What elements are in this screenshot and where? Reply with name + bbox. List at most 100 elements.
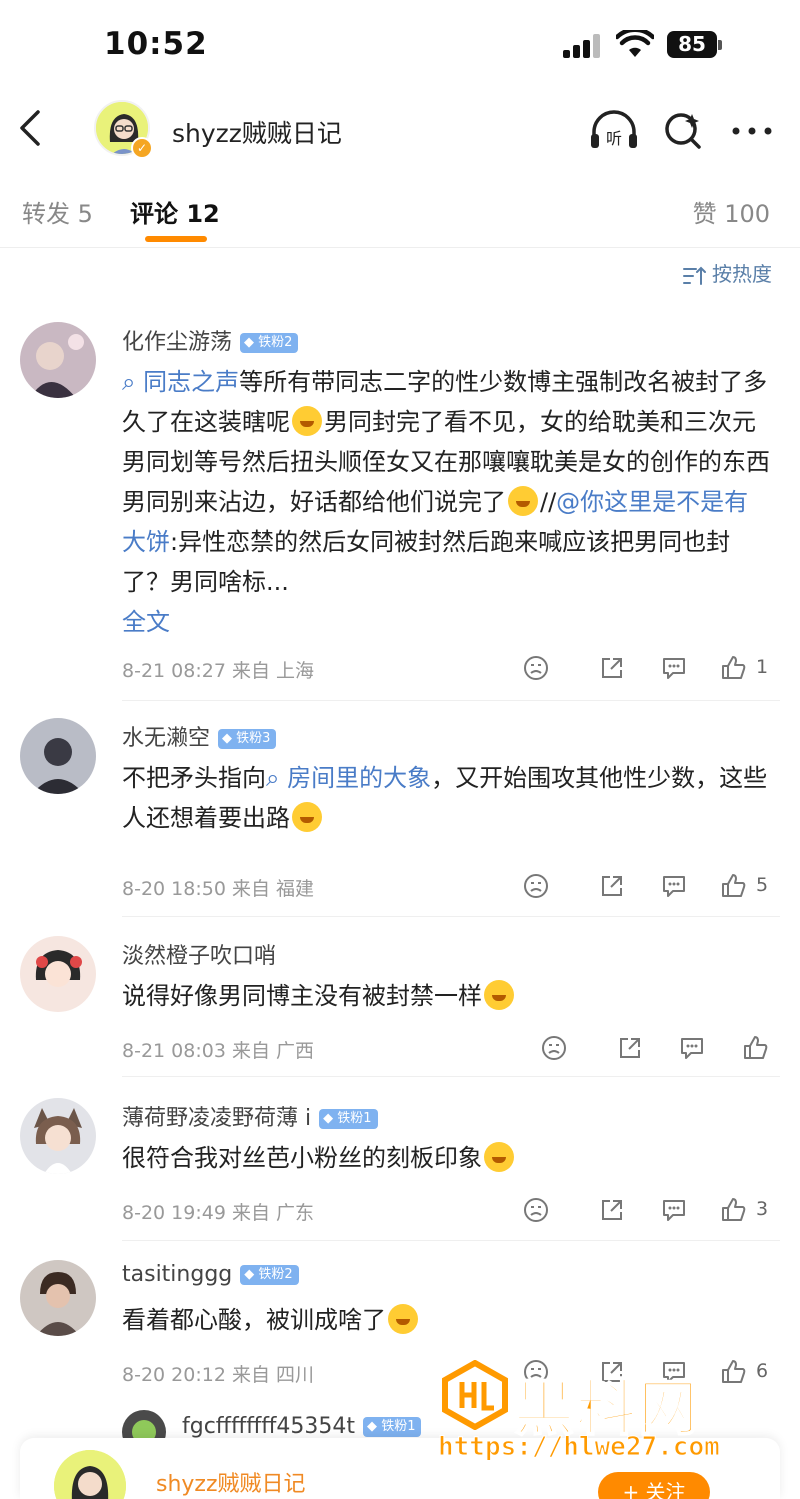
listen-headphones-icon[interactable]: 听 [588,108,640,152]
commenter-avatar[interactable] [20,1098,96,1174]
comment-actions: 1 [522,654,772,686]
commenter-name-text: 化作尘游荡 [122,330,233,355]
emoji-icon [292,406,322,436]
comment-text: 说得好像男同博主没有被封禁一样 [122,976,772,1016]
fan-badge-label: 铁粉3 [236,731,271,746]
comment-actions: 3 [522,1196,772,1228]
bottom-author-name[interactable]: shyzz贼贼日记 [156,1466,306,1498]
like-icon[interactable] [720,654,748,682]
post-header: ✓ shyzz贼贼日记 听 [0,90,800,170]
sort-icon [683,266,706,285]
commenter-avatar[interactable] [20,936,96,1012]
wifi-icon [616,30,654,57]
share-icon[interactable] [598,654,626,682]
comment-text: 不把矛头指向⌕ 房间里的大象，又开始围攻其他性少数，这些人还想着要出路 [122,758,772,838]
battery-tip [718,40,722,50]
dislike-icon[interactable] [522,654,550,682]
sort-toggle[interactable]: 按热度 [682,258,772,290]
topic-link-text: 房间里的大象 [287,764,432,792]
dislike-icon[interactable] [522,872,550,900]
back-arrow-icon[interactable] [10,106,50,150]
watermark: 黑料网 https://hlwe27.com [436,1356,776,1476]
comment-text-part: 说得好像男同博主没有被封禁一样 [122,982,482,1010]
tab-repost[interactable]: 转发 5 [22,194,93,229]
fan-badge: ◆ 铁粉2 [240,1265,299,1285]
tab-likes[interactable]: 赞 100 [693,194,770,229]
comment-actions: 5 [522,872,772,904]
full-text-link[interactable]: 全文 [122,608,170,636]
share-icon[interactable] [616,1034,644,1062]
reply-icon[interactable] [660,1196,688,1224]
tab-bar: 转发 5 评论 12 赞 100 [0,180,800,248]
comment-meta: 8-21 08:27 来自 上海 [122,660,314,682]
active-tab-indicator [145,236,207,242]
emoji-icon [484,1142,514,1172]
cellular-signal-icon [563,34,603,58]
emoji-icon [388,1304,418,1334]
comment-divider [122,916,780,917]
topic-link[interactable]: ⌕ 房间里的大象 [266,764,431,792]
follow-button[interactable]: + 关注 [598,1472,710,1499]
commenter-avatar[interactable] [20,718,96,794]
comment-actions [540,1034,772,1066]
comment-item: 淡然橙子吹口哨 说得好像男同博主没有被封禁一样 8-21 08:03 来自 广西 [0,936,800,1077]
comment-text-part: 很符合我对丝芭小粉丝的刻板印象 [122,1144,482,1172]
listen-label: 听 [606,129,622,148]
comment-text-part: 看着都心酸，被训成啥了 [122,1306,386,1334]
search-icon[interactable] [662,108,704,152]
commenter-name[interactable]: fgcffffffff45354t ◆ 铁粉1 [182,1414,422,1439]
commenter-name[interactable]: 薄荷野凌凌野荷薄 i ◆ 铁粉1 [122,1100,378,1132]
like-icon[interactable] [720,872,748,900]
comment-divider [122,700,780,701]
comment-text-part: :异性恋禁的然后女同被封然后跑来喊应该把男同也封了？男同啥标... [122,528,731,596]
commenter-name[interactable]: tasitinggg ◆ 铁粉2 [122,1262,299,1287]
like-count: 1 [756,656,769,678]
fan-badge-label: 铁粉1 [337,1111,372,1126]
status-bar: 10:52 85 [0,0,800,90]
reply-icon[interactable] [678,1034,706,1062]
reply-icon[interactable] [660,654,688,682]
comment-text-part: // [540,488,557,516]
commenter-name-text: tasitinggg [122,1262,233,1287]
dislike-icon[interactable] [522,1196,550,1224]
like-icon[interactable] [720,1196,748,1224]
comment-divider [122,1076,780,1077]
emoji-icon [484,980,514,1010]
topic-link[interactable]: ⌕ 同志之声 [122,368,239,396]
comment-text: ⌕ 同志之声等所有带同志二字的性少数博主强制改名被封了多久了在这装瞎呢 男同封完了… [122,362,772,642]
tab-comments[interactable]: 评论 12 [130,194,220,229]
commenter-name[interactable]: 化作尘游荡 ◆ 铁粉2 [122,324,299,356]
share-icon[interactable] [598,1196,626,1224]
comment-divider [122,1240,780,1241]
commenter-name[interactable]: 水无濑空 ◆ 铁粉3 [122,720,277,752]
comment-meta: 8-20 20:12 来自 四川 [122,1364,314,1386]
commenter-avatar[interactable] [20,1260,96,1336]
dislike-icon[interactable] [540,1034,568,1062]
comment-meta: 8-21 08:03 来自 广西 [122,1040,314,1062]
author-avatar[interactable] [54,1450,126,1499]
comment-meta: 8-20 19:49 来自 广东 [122,1202,314,1224]
comment-text: 看着都心酸，被训成啥了 [122,1300,772,1340]
reply-icon[interactable] [660,872,688,900]
emoji-icon [508,486,538,516]
more-options-icon[interactable] [730,116,774,146]
battery-indicator: 85 [667,31,717,58]
comment-item: 化作尘游荡 ◆ 铁粉2 ⌕ 同志之声等所有带同志二字的性少数博主强制改名被封了多久… [0,322,800,702]
comment-meta: 8-20 18:50 来自 福建 [122,878,314,900]
commenter-name-text: fgcffffffff45354t [182,1414,356,1439]
like-icon[interactable] [742,1034,770,1062]
header-title[interactable]: shyzz贼贼日记 [172,114,342,150]
status-time: 10:52 [104,26,208,62]
commenter-name[interactable]: 淡然橙子吹口哨 [122,938,276,970]
comment-item: 水无濑空 ◆ 铁粉3 不把矛头指向⌕ 房间里的大象，又开始围攻其他性少数，这些人还… [0,718,800,918]
watermark-logo-icon [442,1360,508,1430]
commenter-name-text: 薄荷野凌凌野荷薄 i [122,1106,312,1131]
fan-badge-label: 铁粉2 [258,335,293,350]
comment-text-part: 不把矛头指向 [122,764,266,792]
sort-label: 按热度 [712,262,772,286]
watermark-url: https://hlwe27.com [438,1432,721,1463]
like-count: 5 [756,874,769,896]
commenter-avatar[interactable] [20,322,96,398]
share-icon[interactable] [598,872,626,900]
like-count: 3 [756,1198,769,1220]
